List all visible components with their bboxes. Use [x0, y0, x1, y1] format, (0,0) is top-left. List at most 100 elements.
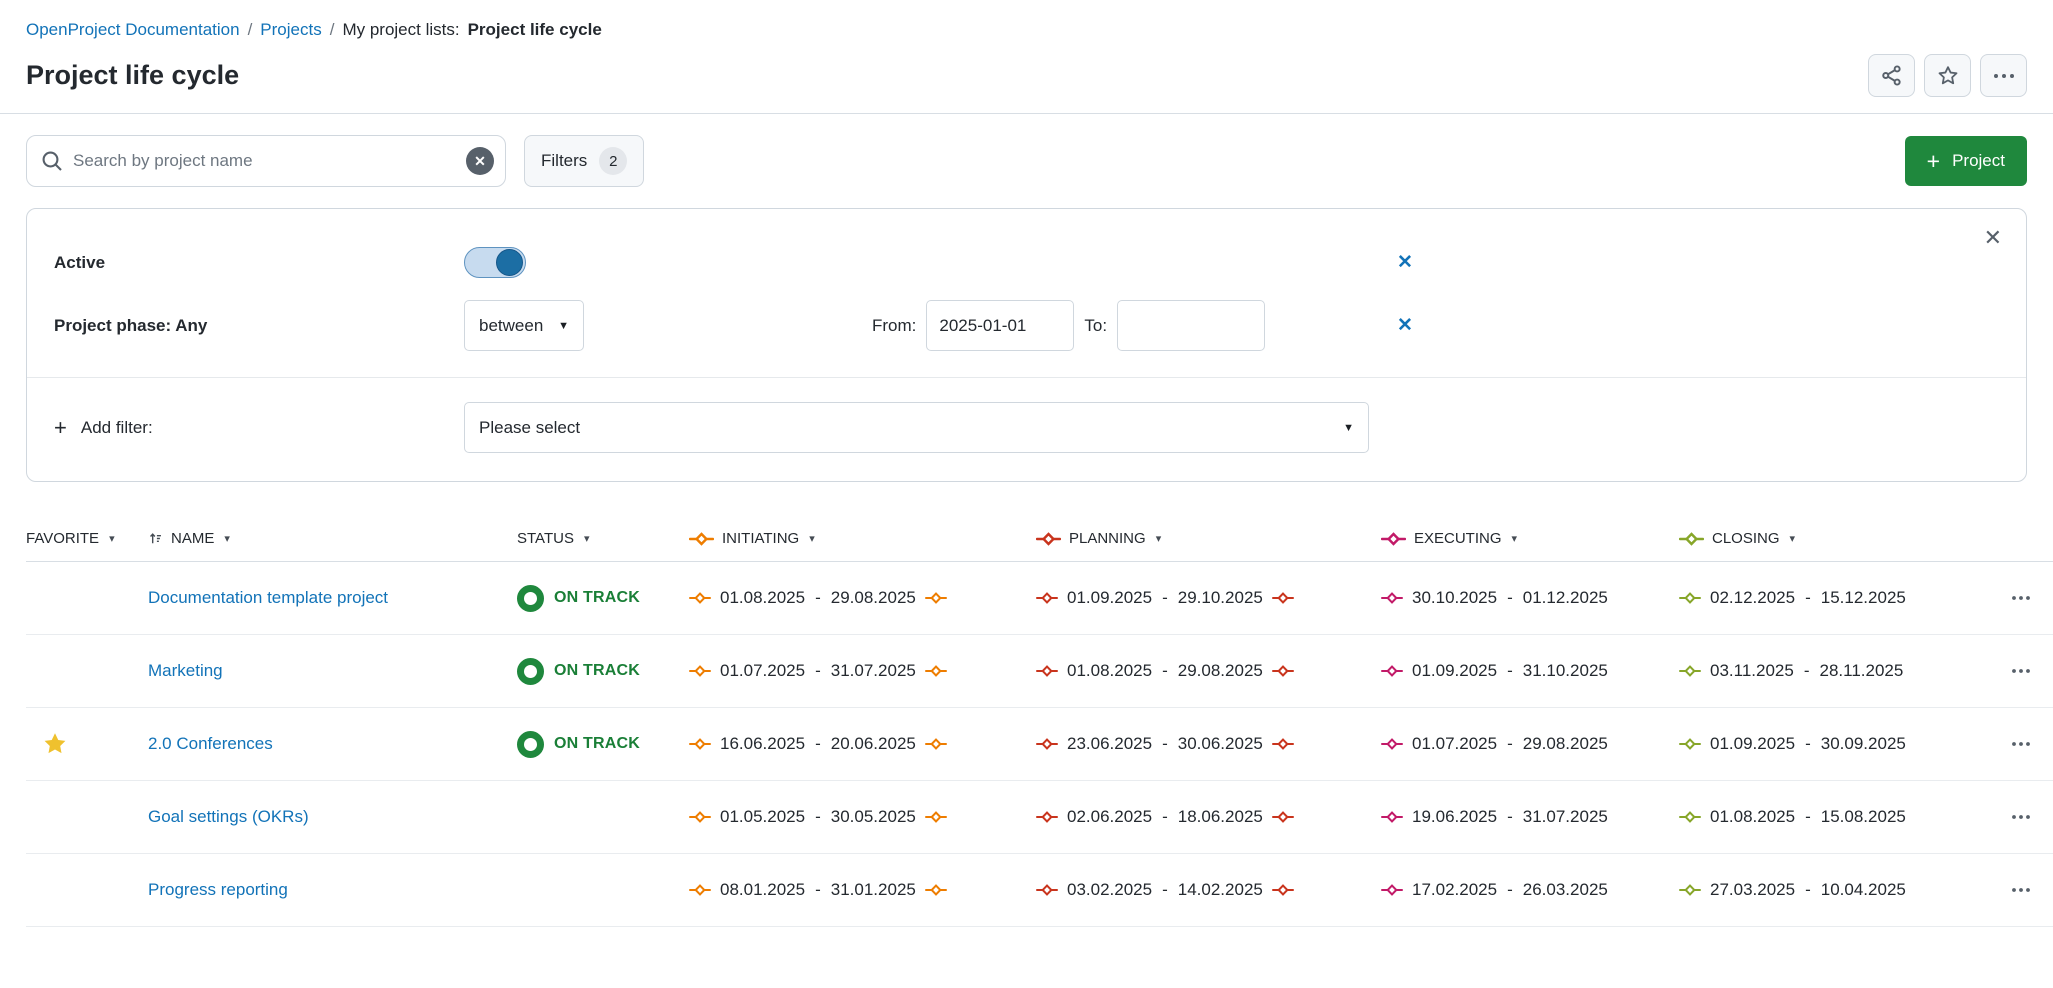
favorite-cell[interactable] — [26, 658, 148, 684]
breadcrumb-link-projects[interactable]: Projects — [260, 20, 321, 40]
add-filter-select[interactable]: Please select ▼ — [464, 402, 1369, 453]
phase-end-date: 26.03.2025 — [1523, 880, 1608, 900]
chevron-down-icon: ▼ — [558, 320, 569, 332]
favorite-cell[interactable] — [26, 731, 148, 757]
phase-end-date: 10.04.2025 — [1821, 880, 1906, 900]
phase-end-date: 31.07.2025 — [1523, 807, 1608, 827]
column-header-closing[interactable]: CLOSING ▾ — [1679, 530, 1991, 547]
phase-cell-initiating: 01.05.2025-30.05.2025 — [689, 807, 1036, 827]
phase-gate-start-icon — [689, 738, 711, 750]
ellipsis-icon — [1993, 73, 2015, 79]
chevron-down-icon: ▾ — [1512, 532, 1518, 545]
ellipsis-icon — [2011, 741, 2031, 747]
phase-end-date: 29.08.2025 — [831, 588, 916, 608]
breadcrumb-link-openproject[interactable]: OpenProject Documentation — [26, 20, 240, 40]
from-date-input[interactable] — [926, 300, 1074, 351]
phase-cell-executing: 01.07.2025-29.08.2025 — [1381, 734, 1679, 754]
date-separator: - — [1162, 588, 1168, 608]
add-project-label: Project — [1952, 151, 2005, 171]
phase-end-date: 20.06.2025 — [831, 734, 916, 754]
row-actions-cell — [1991, 808, 2053, 826]
column-header-status[interactable]: STATUS ▾ — [517, 530, 689, 547]
project-link[interactable]: Documentation template project — [148, 588, 388, 608]
row-more-button[interactable] — [2005, 808, 2037, 826]
column-header-favorite[interactable]: FAVORITE ▾ — [26, 530, 148, 547]
phase-start-date: 01.08.2025 — [720, 588, 805, 608]
project-link[interactable]: 2.0 Conferences — [148, 734, 273, 754]
operator-select[interactable]: between ▼ — [464, 300, 584, 351]
column-header-executing[interactable]: EXECUTING ▾ — [1381, 530, 1679, 547]
project-link[interactable]: Marketing — [148, 661, 223, 681]
add-project-button[interactable]: + Project — [1905, 136, 2027, 186]
phase-gate-start-icon — [1036, 592, 1058, 604]
project-link[interactable]: Goal settings (OKRs) — [148, 807, 309, 827]
date-separator: - — [1162, 734, 1168, 754]
phase-cell-executing: 19.06.2025-31.07.2025 — [1381, 807, 1679, 827]
phase-gate-start-icon — [1036, 738, 1058, 750]
active-toggle[interactable] — [464, 247, 526, 278]
ellipsis-icon — [2011, 814, 2031, 820]
remove-active-filter-button[interactable]: ✕ — [1397, 251, 1413, 274]
phase-gate-end-icon — [1272, 592, 1294, 604]
row-more-button[interactable] — [2005, 662, 2037, 680]
phase-end-date: 29.08.2025 — [1178, 661, 1263, 681]
project-link[interactable]: Progress reporting — [148, 880, 288, 900]
project-name-cell: 2.0 Conferences — [148, 734, 517, 754]
phase-gate-start-icon — [689, 811, 711, 823]
clear-search-button[interactable]: ✕ — [466, 147, 494, 175]
phase-cell-initiating: 08.01.2025-31.01.2025 — [689, 880, 1036, 900]
phase-end-date: 15.08.2025 — [1821, 807, 1906, 827]
to-date-input[interactable] — [1117, 300, 1265, 351]
more-actions-button[interactable] — [1980, 54, 2027, 97]
phase-start-date: 01.08.2025 — [1710, 807, 1795, 827]
breadcrumb: OpenProject Documentation / Projects / M… — [0, 0, 2053, 40]
phase-gate-start-icon — [1679, 665, 1701, 677]
row-more-button[interactable] — [2005, 735, 2037, 753]
status-cell: ON TRACK — [517, 731, 689, 758]
breadcrumb-separator: / — [248, 20, 253, 40]
phase-start-date: 02.12.2025 — [1710, 588, 1795, 608]
favorite-cell[interactable] — [26, 585, 148, 611]
phase-gate-end-icon — [1272, 665, 1294, 677]
favorite-page-button[interactable] — [1924, 54, 1971, 97]
column-header-initiating[interactable]: INITIATING ▾ — [689, 530, 1036, 547]
project-name-cell: Goal settings (OKRs) — [148, 807, 517, 827]
phase-start-date: 08.01.2025 — [720, 880, 805, 900]
status-label: ON TRACK — [554, 662, 640, 680]
phase-start-date: 01.08.2025 — [1067, 661, 1152, 681]
column-header-name[interactable]: NAME ▾ — [148, 530, 517, 547]
share-button[interactable] — [1868, 54, 1915, 97]
column-header-planning[interactable]: PLANNING ▾ — [1036, 530, 1381, 547]
row-actions-cell — [1991, 735, 2053, 753]
phase-cell-planning: 02.06.2025-18.06.2025 — [1036, 807, 1381, 827]
phase-gate-end-icon — [925, 665, 947, 677]
favorite-cell[interactable] — [26, 877, 148, 903]
phase-end-date: 18.06.2025 — [1178, 807, 1263, 827]
row-actions-cell — [1991, 662, 2053, 680]
status-on-track-icon — [517, 585, 544, 612]
phase-gate-icon — [1381, 532, 1406, 546]
filters-button[interactable]: Filters 2 — [524, 135, 644, 187]
row-more-button[interactable] — [2005, 881, 2037, 899]
close-filter-panel-button[interactable]: ✕ — [1984, 227, 2002, 249]
phase-gate-start-icon — [1381, 665, 1403, 677]
filter-row-phase: Project phase: Any between ▼ From: To: ✕ — [54, 300, 1999, 351]
favorite-cell[interactable] — [26, 804, 148, 830]
phase-gate-start-icon — [1036, 884, 1058, 896]
phase-cell-planning: 01.09.2025-29.10.2025 — [1036, 588, 1381, 608]
add-filter-label: Add filter: — [81, 418, 153, 438]
date-separator: - — [1507, 734, 1513, 754]
phase-cell-planning: 03.02.2025-14.02.2025 — [1036, 880, 1381, 900]
remove-phase-filter-button[interactable]: ✕ — [1397, 314, 1413, 337]
plus-icon: + — [1927, 150, 1940, 173]
phase-gate-start-icon — [1036, 665, 1058, 677]
search-input[interactable] — [26, 135, 506, 187]
phase-gate-start-icon — [689, 665, 711, 677]
row-actions-cell — [1991, 881, 2053, 899]
phase-gate-end-icon — [925, 738, 947, 750]
star-filled-icon — [42, 731, 68, 757]
phase-cell-initiating: 01.08.2025-29.08.2025 — [689, 588, 1036, 608]
row-more-button[interactable] — [2005, 589, 2037, 607]
date-separator: - — [1507, 807, 1513, 827]
phase-gate-start-icon — [1381, 811, 1403, 823]
